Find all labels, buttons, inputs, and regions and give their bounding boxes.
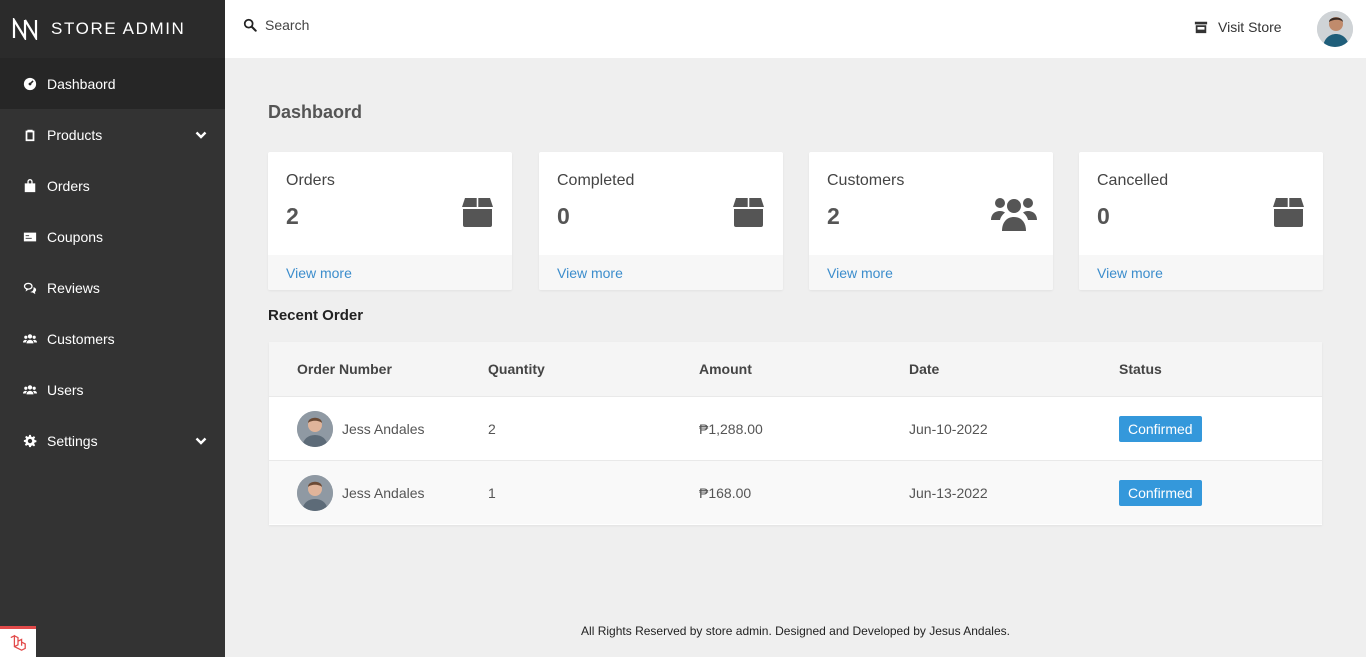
order-amount: ₱168.00 bbox=[699, 485, 752, 501]
avatar-image bbox=[1317, 11, 1353, 47]
card-count: 2 bbox=[827, 203, 840, 229]
logo-icon bbox=[12, 18, 38, 40]
sidebar-item-reviews[interactable]: Reviews bbox=[0, 262, 225, 313]
column-header-order-number: Order Number bbox=[297, 361, 392, 377]
sidebar-item-settings[interactable]: Settings bbox=[0, 415, 225, 466]
card-count: 0 bbox=[557, 203, 570, 229]
view-more-link[interactable]: View more bbox=[1097, 265, 1163, 281]
card-footer: View more bbox=[809, 255, 1053, 290]
card-label: Completed bbox=[557, 172, 635, 189]
view-more-link[interactable]: View more bbox=[827, 265, 893, 281]
order-date: Jun-13-2022 bbox=[909, 485, 988, 501]
column-header-status: Status bbox=[1119, 361, 1162, 377]
sidebar-item-label: Settings bbox=[47, 432, 98, 449]
page-footer: All Rights Reserved by store admin. Desi… bbox=[581, 624, 1010, 638]
view-more-link[interactable]: View more bbox=[557, 265, 623, 281]
customer-name: Jess Andales bbox=[342, 421, 425, 437]
table-header: Order Number Quantity Amount Date Status bbox=[269, 342, 1322, 396]
gauge-icon bbox=[22, 76, 37, 91]
column-header-date: Date bbox=[909, 361, 940, 377]
sidebar-nav: Dashbaord Products Orders Coupons Review… bbox=[0, 58, 225, 466]
search-bar bbox=[243, 17, 565, 33]
sidebar-item-coupons[interactable]: Coupons bbox=[0, 211, 225, 262]
search-icon[interactable] bbox=[243, 18, 257, 32]
customer-name: Jess Andales bbox=[342, 485, 425, 501]
store-icon bbox=[1194, 21, 1208, 34]
avatar-image bbox=[297, 411, 333, 447]
stat-card-customers: Customers 2 View more bbox=[809, 152, 1053, 290]
chevron-down-icon[interactable] bbox=[195, 128, 207, 140]
page-title: Dashbaord bbox=[268, 102, 363, 122]
user-avatar[interactable] bbox=[1317, 11, 1353, 47]
sidebar-item-label: Customers bbox=[47, 330, 115, 347]
order-amount: ₱1,288.00 bbox=[699, 421, 763, 437]
customer-avatar bbox=[297, 475, 333, 511]
users-icon bbox=[991, 198, 1037, 231]
sidebar-item-label: Users bbox=[47, 381, 84, 398]
box-icon bbox=[1273, 198, 1304, 227]
box-icon bbox=[462, 198, 493, 227]
sidebar-item-products[interactable]: Products bbox=[0, 109, 225, 160]
sidebar-item-dashboard[interactable]: Dashbaord bbox=[0, 58, 225, 109]
brand-name: STORE ADMIN bbox=[51, 19, 186, 38]
topbar: Visit Store bbox=[225, 0, 1366, 58]
sidebar-item-orders[interactable]: Orders bbox=[0, 160, 225, 211]
clipboard-icon bbox=[22, 127, 37, 142]
laravel-icon bbox=[10, 634, 26, 651]
gear-icon bbox=[22, 433, 37, 448]
card-count: 0 bbox=[1097, 203, 1110, 229]
card-footer: View more bbox=[268, 255, 512, 290]
sidebar: STORE ADMIN Dashbaord Products Orders Co… bbox=[0, 0, 225, 657]
sidebar-item-label: Reviews bbox=[47, 279, 100, 296]
table-row[interactable]: Jess Andales 1 ₱168.00 Jun-13-2022 Confi… bbox=[269, 460, 1322, 524]
status-badge: Confirmed bbox=[1119, 480, 1202, 506]
status-badge: Confirmed bbox=[1119, 416, 1202, 442]
sidebar-item-users[interactable]: Users bbox=[0, 364, 225, 415]
card-count: 2 bbox=[286, 203, 299, 229]
recent-order-title: Recent Order bbox=[268, 307, 364, 324]
view-more-link[interactable]: View more bbox=[286, 265, 352, 281]
column-header-amount: Amount bbox=[699, 361, 752, 377]
card-footer: View more bbox=[539, 255, 783, 290]
stat-card-orders: Orders 2 View more bbox=[268, 152, 512, 290]
table-row[interactable]: Jess Andales 2 ₱1,288.00 Jun-10-2022 Con… bbox=[269, 396, 1322, 460]
order-date: Jun-10-2022 bbox=[909, 421, 988, 437]
ticket-icon bbox=[22, 229, 37, 244]
users-icon bbox=[22, 382, 37, 397]
bag-icon bbox=[22, 178, 37, 193]
chevron-down-icon[interactable] bbox=[195, 434, 207, 446]
card-label: Cancelled bbox=[1097, 172, 1169, 189]
brand[interactable]: STORE ADMIN bbox=[0, 0, 225, 58]
laravel-debug-badge[interactable] bbox=[0, 626, 36, 657]
sidebar-item-label: Dashbaord bbox=[47, 75, 116, 92]
comments-icon bbox=[22, 280, 37, 295]
visit-store-link[interactable]: Visit Store bbox=[1194, 19, 1282, 35]
order-quantity: 2 bbox=[488, 421, 496, 437]
avatar-image bbox=[297, 475, 333, 511]
stat-card-completed: Completed 0 View more bbox=[539, 152, 783, 290]
stat-card-cancelled: Cancelled 0 View more bbox=[1079, 152, 1323, 290]
sidebar-item-customers[interactable]: Customers bbox=[0, 313, 225, 364]
users-icon bbox=[22, 331, 37, 346]
box-icon bbox=[733, 198, 764, 227]
visit-store-label: Visit Store bbox=[1218, 19, 1282, 35]
sidebar-item-label: Coupons bbox=[47, 228, 104, 245]
search-input[interactable] bbox=[265, 17, 565, 33]
card-label: Customers bbox=[827, 172, 905, 189]
card-label: Orders bbox=[286, 172, 335, 189]
sidebar-item-label: Orders bbox=[47, 177, 90, 194]
recent-orders-table: Order Number Quantity Amount Date Status… bbox=[269, 342, 1322, 525]
customer-avatar bbox=[297, 411, 333, 447]
card-footer: View more bbox=[1079, 255, 1323, 290]
order-quantity: 1 bbox=[488, 485, 496, 501]
column-header-quantity: Quantity bbox=[488, 361, 545, 377]
sidebar-item-label: Products bbox=[47, 126, 103, 143]
